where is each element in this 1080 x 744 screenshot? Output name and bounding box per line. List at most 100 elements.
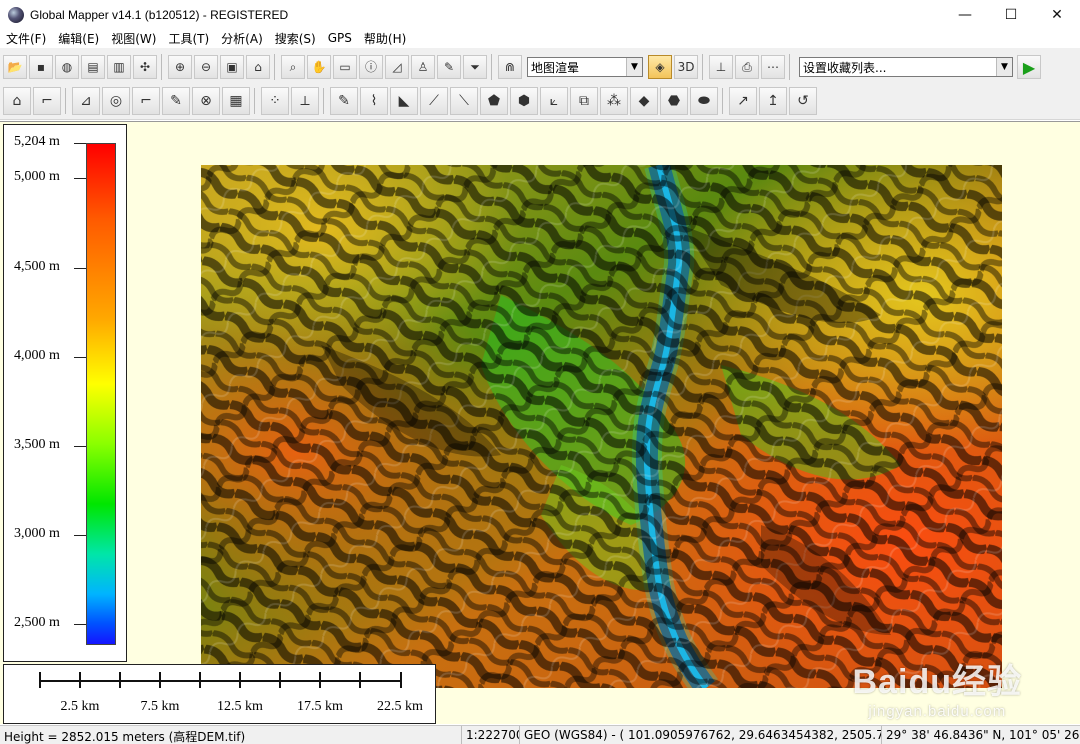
- window-controls: — ☐ ✕: [942, 0, 1080, 30]
- scale-tick: [159, 672, 161, 688]
- tool-h-icon[interactable]: ⧉: [570, 87, 598, 115]
- scale-tick: [400, 672, 402, 688]
- full-view-icon[interactable]: ▣: [220, 55, 244, 79]
- tool-b-icon[interactable]: ◣: [390, 87, 418, 115]
- shader-select[interactable]: 地图渲晕 ▼: [527, 57, 643, 77]
- favorites-select[interactable]: 设置收藏列表... ▼: [799, 57, 1013, 77]
- zoom-out-icon[interactable]: ⊖: [194, 55, 218, 79]
- csdn-icon[interactable]: ✎: [162, 87, 190, 115]
- overlay-control-icon[interactable]: ▤: [81, 55, 105, 79]
- chevron-down-icon: ▼: [996, 58, 1012, 76]
- tool-c-icon[interactable]: ⟋: [420, 87, 448, 115]
- legend-label-2500: 2,500 m: [14, 615, 60, 630]
- toolbar-separator: [722, 88, 728, 114]
- globe-icon[interactable]: ◍: [55, 55, 79, 79]
- info-tool-icon[interactable]: ⓘ: [359, 55, 383, 79]
- scale-tick: [39, 672, 41, 688]
- scale-tick: [119, 672, 121, 688]
- legend-tick: [74, 357, 86, 358]
- legend-tick: [74, 624, 86, 625]
- toolbar-separator: [65, 88, 71, 114]
- menu-gps[interactable]: GPS: [328, 31, 352, 45]
- toolbar-row-1: 📂 ▪ ◍ ▤ ▥ ✣ ⊕ ⊖ ▣ ⌂ ⌕ ✋ ▭ ⓘ ◿ ♙ ✎ ⏷ ⋒ 地图…: [2, 50, 1041, 84]
- digitizer-icon[interactable]: ✎: [437, 55, 461, 79]
- zoom-in-icon[interactable]: ⊕: [168, 55, 192, 79]
- 3d-view-icon[interactable]: 3D: [674, 55, 698, 79]
- menu-edit[interactable]: 编辑(E): [58, 30, 99, 47]
- buffer-icon[interactable]: ◎: [102, 87, 130, 115]
- home-icon[interactable]: ⌂: [246, 55, 270, 79]
- vertex-icon[interactable]: ⁘: [261, 87, 289, 115]
- tool-k-icon[interactable]: ⬣: [660, 87, 688, 115]
- print-icon[interactable]: ⎙: [735, 55, 759, 79]
- menu-analysis[interactable]: 分析(A): [221, 30, 263, 47]
- dimmed-tool-icon[interactable]: ⋯: [761, 55, 785, 79]
- toolbar-separator: [702, 54, 708, 80]
- view-shed-icon[interactable]: ♙: [411, 55, 435, 79]
- 3d-arch-icon[interactable]: ⋒: [498, 55, 522, 79]
- layer-stack-icon[interactable]: ▥: [107, 55, 131, 79]
- tool-m-icon[interactable]: ↗: [729, 87, 757, 115]
- terrain-shader-icon[interactable]: ◈: [648, 55, 672, 79]
- north-arrow-icon[interactable]: ⊥: [709, 55, 733, 79]
- config-tools-icon[interactable]: ✣: [133, 55, 157, 79]
- tool-a-icon[interactable]: ⌇: [360, 87, 388, 115]
- close-button[interactable]: ✕: [1034, 0, 1080, 30]
- create-feature-icon[interactable]: ⊿: [72, 87, 100, 115]
- status-position: GEO (WGS84) - ( 101.0905976762, 29.64634…: [520, 726, 882, 744]
- tool-f-icon[interactable]: ⬢: [510, 87, 538, 115]
- tool-g-icon[interactable]: ⟀: [540, 87, 568, 115]
- legend-tick: [74, 178, 86, 179]
- terrain-image: [201, 165, 1002, 688]
- legend-tick: [74, 446, 86, 447]
- menu-search[interactable]: 搜索(S): [275, 30, 316, 47]
- scale-label: 22.5 km: [377, 699, 423, 714]
- zoom-tool-icon[interactable]: ⌕: [281, 55, 305, 79]
- edit-pencil-icon[interactable]: ✎: [330, 87, 358, 115]
- digitize-line-icon[interactable]: ⌐: [33, 87, 61, 115]
- run-icon[interactable]: ▶: [1017, 55, 1041, 79]
- tool-o-icon[interactable]: ↺: [789, 87, 817, 115]
- toolbar-area: 📂 ▪ ◍ ▤ ▥ ✣ ⊕ ⊖ ▣ ⌂ ⌕ ✋ ▭ ⓘ ◿ ♙ ✎ ⏷ ⋒ 地图…: [0, 48, 1080, 120]
- globe-app-icon: [8, 7, 24, 23]
- measure-icon[interactable]: ▭: [333, 55, 357, 79]
- maximize-button[interactable]: ☐: [988, 0, 1034, 30]
- grid-icon[interactable]: ▦: [222, 87, 250, 115]
- menu-view[interactable]: 视图(W): [111, 30, 156, 47]
- tool-i-icon[interactable]: ⁂: [600, 87, 628, 115]
- elevation-shaded-relief-map[interactable]: [201, 165, 1002, 688]
- tool-j-icon[interactable]: ◆: [630, 87, 658, 115]
- map-view[interactable]: 5,204 m 5,000 m 4,500 m 4,000 m 3,500 m …: [0, 121, 1080, 724]
- scale-tick: [359, 672, 361, 688]
- scale-label: 12.5 km: [217, 699, 263, 714]
- tool-l-icon[interactable]: ⬬: [690, 87, 718, 115]
- download-icon[interactable]: ⏷: [463, 55, 487, 79]
- scale-tick: [239, 672, 241, 688]
- pan-hand-icon[interactable]: ✋: [307, 55, 331, 79]
- menu-tools[interactable]: 工具(T): [168, 30, 209, 47]
- legend-label-5204: 5,204 m: [14, 134, 60, 149]
- digitize-area-icon[interactable]: ⌂: [3, 87, 31, 115]
- minimize-button[interactable]: —: [942, 0, 988, 30]
- scale-label: 2.5 km: [60, 699, 100, 714]
- scale-tick: [199, 672, 201, 688]
- toolbar-separator: [789, 54, 795, 80]
- chevron-down-icon: ▼: [626, 58, 642, 76]
- save-icon[interactable]: ▪: [29, 55, 53, 79]
- toolbar-separator: [161, 54, 167, 80]
- combine-icon[interactable]: ⊗: [192, 87, 220, 115]
- scale-tick: [279, 672, 281, 688]
- menu-file[interactable]: 文件(F): [6, 30, 46, 47]
- menu-help[interactable]: 帮助(H): [364, 30, 406, 47]
- cut-line-icon[interactable]: ⟂: [291, 87, 319, 115]
- edit-vertex-icon[interactable]: ⌐: [132, 87, 160, 115]
- tool-n-icon[interactable]: ↥: [759, 87, 787, 115]
- elevation-legend: 5,204 m 5,000 m 4,500 m 4,000 m 3,500 m …: [3, 124, 127, 662]
- tool-d-icon[interactable]: ⟍: [450, 87, 478, 115]
- window-title: Global Mapper v14.1 (b120512) - REGISTER…: [30, 8, 289, 22]
- path-profile-icon[interactable]: ◿: [385, 55, 409, 79]
- toolbar-separator: [491, 54, 497, 80]
- status-scale: 1:222700: [462, 726, 520, 744]
- open-folder-icon[interactable]: 📂: [3, 55, 27, 79]
- tool-e-icon[interactable]: ⬟: [480, 87, 508, 115]
